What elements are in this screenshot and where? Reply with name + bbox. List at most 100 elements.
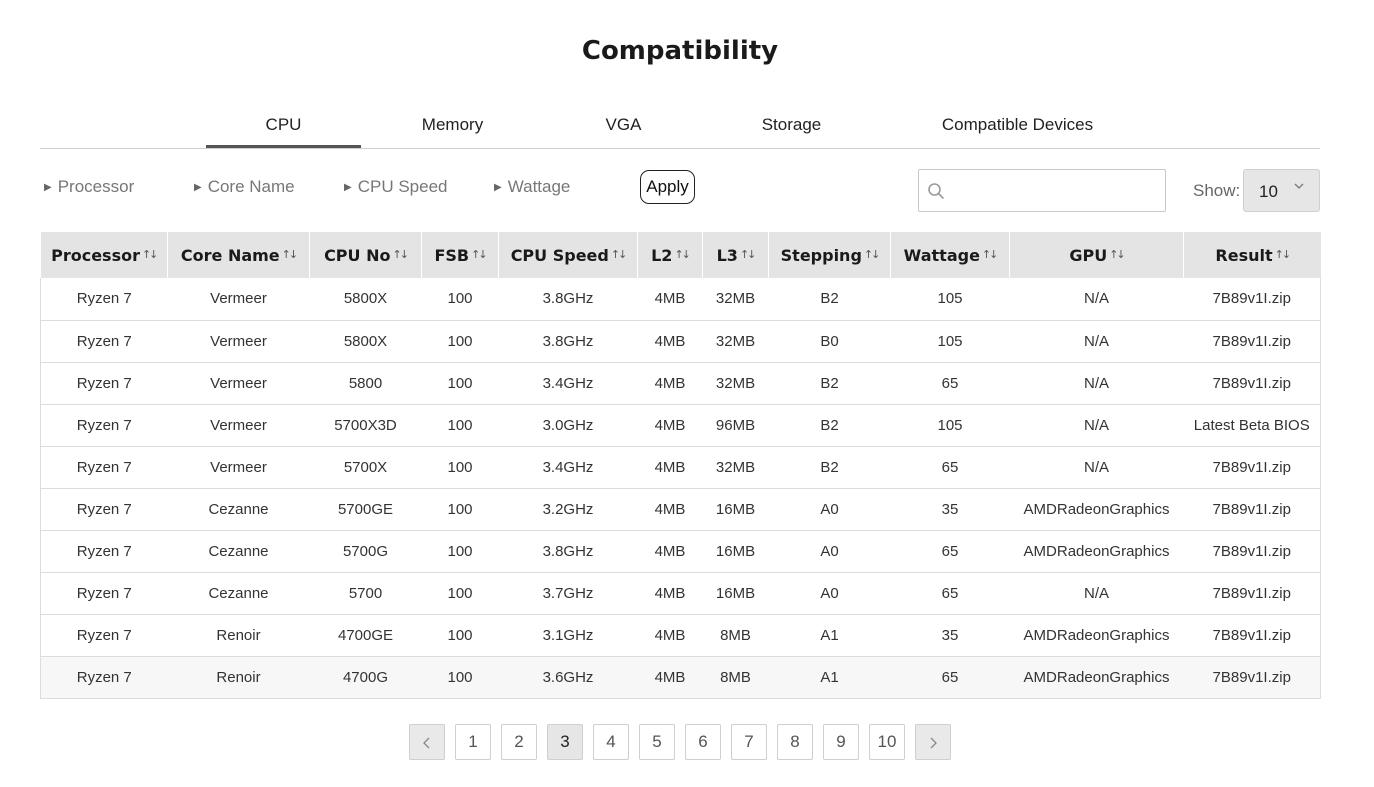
- apply-button[interactable]: Apply: [640, 170, 695, 204]
- table-cell: 5700: [309, 572, 422, 615]
- tab-vga[interactable]: VGA: [546, 104, 701, 148]
- page-button-9[interactable]: 9: [823, 724, 859, 760]
- table-cell: Vermeer: [167, 404, 310, 447]
- table-cell: 65: [890, 572, 1010, 615]
- column-header-core-name[interactable]: Core Name ↑↓: [167, 232, 310, 278]
- table-cell: 7B89v1I.zip: [1183, 278, 1321, 321]
- page-button-2[interactable]: 2: [501, 724, 537, 760]
- table-cell: 32MB: [702, 278, 769, 321]
- page-title: Compatibility: [581, 36, 779, 66]
- page-button-4[interactable]: 4: [593, 724, 629, 760]
- table-cell: A1: [768, 614, 891, 657]
- page-button-3[interactable]: 3: [547, 724, 583, 760]
- column-header-fsb[interactable]: FSB ↑↓: [421, 232, 499, 278]
- table-cell: 4MB: [637, 320, 703, 363]
- table-cell: 3.8GHz: [498, 278, 638, 321]
- column-header-processor[interactable]: Processor ↑↓: [40, 232, 168, 278]
- table-cell: 3.8GHz: [498, 320, 638, 363]
- column-header-result[interactable]: Result ↑↓: [1183, 232, 1321, 278]
- table-cell: 100: [421, 656, 499, 699]
- table-row: Ryzen 7 Renoir 4700G 100 3.6GHz 4MB 8MB A1 65 AMD…: [40, 656, 1321, 699]
- next-page-button[interactable]: [915, 724, 951, 760]
- sort-icon: ↑↓: [610, 247, 628, 261]
- table-cell: N/A: [1009, 404, 1184, 447]
- table-cell: 5700X3D: [309, 404, 422, 447]
- compatibility-table: Processor ↑↓ Core Name ↑↓ CPU No ↑↓ FSB ↑↓ C…: [40, 232, 1321, 699]
- table-cell: 7B89v1I.zip: [1183, 614, 1321, 657]
- column-header-wattage[interactable]: Wattage ↑↓: [890, 232, 1010, 278]
- table-cell: 4MB: [637, 446, 703, 489]
- column-header-cpu-no[interactable]: CPU No ↑↓: [309, 232, 422, 278]
- table-cell: B2: [768, 446, 891, 489]
- table-cell: Renoir: [167, 656, 310, 699]
- prev-page-button[interactable]: [409, 724, 445, 760]
- table-cell: 4MB: [637, 572, 703, 615]
- page-button-6[interactable]: 6: [685, 724, 721, 760]
- column-header-l2[interactable]: L2 ↑↓: [637, 232, 703, 278]
- table-cell: 16MB: [702, 488, 769, 531]
- filter-processor[interactable]: ▶ Processor: [44, 177, 134, 197]
- table-cell: Ryzen 7: [40, 656, 168, 699]
- sort-icon: ↑↓: [863, 247, 881, 261]
- show-label: Show:: [1193, 181, 1241, 200]
- page-button-8[interactable]: 8: [777, 724, 813, 760]
- tab-cpu[interactable]: CPU: [206, 104, 361, 148]
- table-cell: 3.7GHz: [498, 572, 638, 615]
- sort-icon: ↑↓: [281, 247, 299, 261]
- column-header-cpu-speed[interactable]: CPU Speed ↑↓: [498, 232, 638, 278]
- table-cell: 65: [890, 446, 1010, 489]
- table-cell: 100: [421, 530, 499, 573]
- column-header-l3[interactable]: L3 ↑↓: [702, 232, 769, 278]
- tab-storage[interactable]: Storage: [714, 104, 869, 148]
- table-cell: 3.4GHz: [498, 362, 638, 405]
- table-cell: A0: [768, 572, 891, 615]
- table-cell: N/A: [1009, 362, 1184, 405]
- page-button-1[interactable]: 1: [455, 724, 491, 760]
- table-cell: 105: [890, 404, 1010, 447]
- table-cell: 16MB: [702, 572, 769, 615]
- filter-core-name[interactable]: ▶ Core Name: [194, 177, 295, 197]
- table-row: Ryzen 7 Vermeer 5700X 100 3.4GHz 4MB 32MB B2 65 N…: [40, 446, 1321, 489]
- table-cell: Vermeer: [167, 320, 310, 363]
- show-count-value: 10: [1259, 182, 1278, 201]
- column-header-gpu[interactable]: GPU ↑↓: [1009, 232, 1184, 278]
- table-row: Ryzen 7 Vermeer 5700X3D 100 3.0GHz 4MB 96MB B2 1…: [40, 404, 1321, 447]
- search-box[interactable]: [918, 169, 1166, 212]
- table-cell: N/A: [1009, 572, 1184, 615]
- table-cell: 3.1GHz: [498, 614, 638, 657]
- table-row: Ryzen 7 Vermeer 5800X 100 3.8GHz 4MB 32MB B0 105…: [40, 320, 1321, 363]
- filter-label: Core Name: [207, 177, 295, 196]
- table-cell: 8MB: [702, 614, 769, 657]
- table-cell: 16MB: [702, 530, 769, 573]
- table-cell: 3.2GHz: [498, 488, 638, 531]
- column-header-stepping[interactable]: Stepping ↑↓: [768, 232, 891, 278]
- show-count-select[interactable]: 10: [1243, 169, 1320, 212]
- table-body: Ryzen 7 Vermeer 5800X 100 3.8GHz 4MB 32MB B2 105…: [40, 278, 1321, 699]
- filter-bar: ▶ Processor ▶ Core Name ▶ CPU Speed ▶ Wattag…: [40, 168, 1320, 212]
- table-cell: 4700G: [309, 656, 422, 699]
- search-input[interactable]: [951, 176, 1156, 206]
- table-cell: 32MB: [702, 320, 769, 363]
- table-cell: 4MB: [637, 488, 703, 531]
- page-button-5[interactable]: 5: [639, 724, 675, 760]
- table-cell: 3.6GHz: [498, 656, 638, 699]
- table-cell: B0: [768, 320, 891, 363]
- chevron-down-icon: [1294, 183, 1304, 189]
- tab-memory[interactable]: Memory: [375, 104, 530, 148]
- filter-cpu-speed[interactable]: ▶ CPU Speed: [344, 177, 447, 197]
- table-cell: 7B89v1I.zip: [1183, 320, 1321, 363]
- table-cell: 5800X: [309, 320, 422, 363]
- tab-compatible-devices[interactable]: Compatible Devices: [920, 104, 1115, 148]
- table-cell: 4MB: [637, 278, 703, 321]
- table-row: Ryzen 7 Vermeer 5800 100 3.4GHz 4MB 32MB B2 65 N/…: [40, 362, 1321, 405]
- table-cell: 4MB: [637, 362, 703, 405]
- table-cell: 3.0GHz: [498, 404, 638, 447]
- filter-wattage[interactable]: ▶ Wattage: [494, 177, 570, 197]
- table-cell: N/A: [1009, 278, 1184, 321]
- page-button-7[interactable]: 7: [731, 724, 767, 760]
- page-button-10[interactable]: 10: [869, 724, 905, 760]
- table-cell: 4MB: [637, 404, 703, 447]
- table-cell: Ryzen 7: [40, 446, 168, 489]
- table-cell: 35: [890, 614, 1010, 657]
- table-cell: Ryzen 7: [40, 614, 168, 657]
